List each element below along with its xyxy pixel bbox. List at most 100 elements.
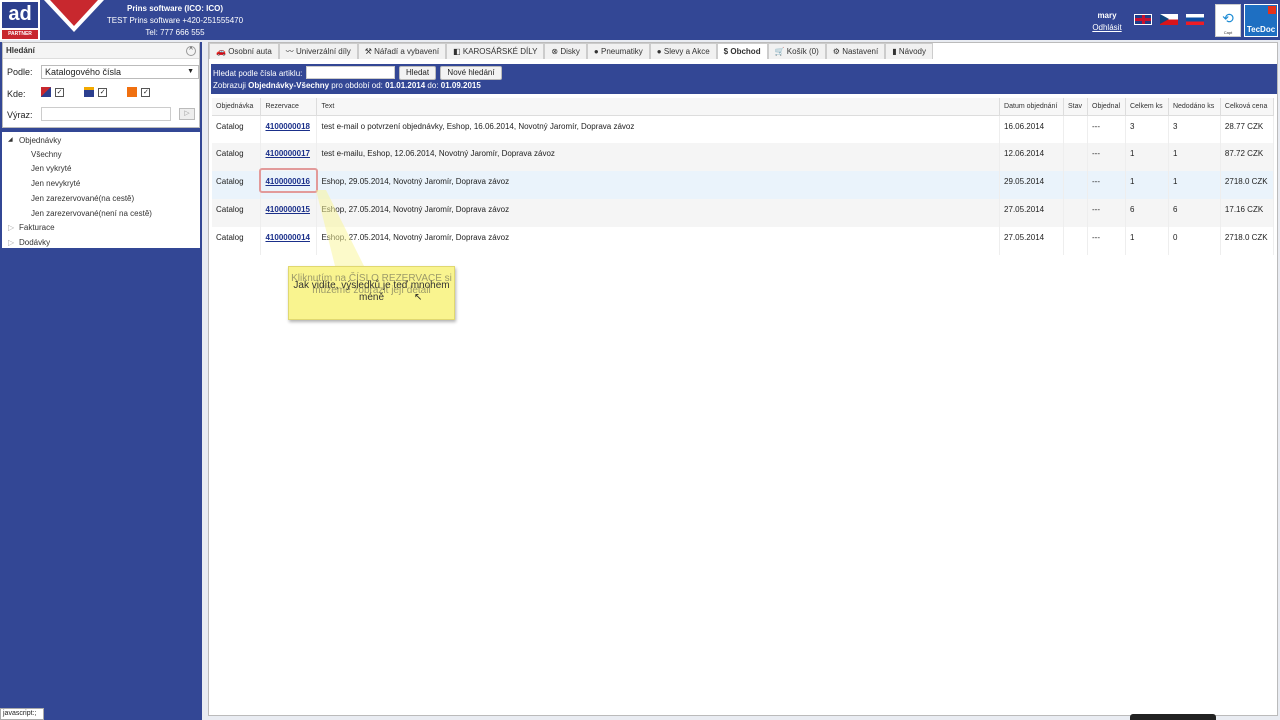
flag-sk-icon[interactable] xyxy=(1186,14,1204,25)
table-row[interactable]: Catalog 4100000014 Eshop, 27.05.2014, Novo… xyxy=(212,227,1275,255)
tab-univerzalni-dily[interactable]: 〰 Univerzální díly xyxy=(278,43,358,59)
where-label: Kde: xyxy=(7,89,26,99)
dollar-icon: $ xyxy=(723,47,729,56)
reservation-link[interactable]: 4100000014 xyxy=(265,233,310,242)
column-header[interactable]: Datum objednání xyxy=(999,98,1065,116)
table-cell: 87.72 CZK xyxy=(1220,143,1275,171)
table-cell: Eshop, 27.05.2014, Novotný Jaromír, Dopr… xyxy=(316,199,1001,227)
table-cell: 4100000018 xyxy=(260,115,318,143)
company-info: Prins software (ICO: ICO) TEST Prins soft… xyxy=(106,4,244,37)
tree-objednavky[interactable]: Objednávky xyxy=(19,136,61,145)
tree-item[interactable]: Jen zarezervované(není na cestě) xyxy=(31,209,152,218)
tab-navody[interactable]: ▮ Návody xyxy=(885,43,933,59)
table-cell: 17.16 CZK xyxy=(1220,199,1275,227)
tab-naradi[interactable]: ⚒ Nářadí a vybavení xyxy=(357,43,447,59)
search-by-select[interactable]: Katalogového čísla ▼ xyxy=(41,65,199,79)
tab-karosarske-dily[interactable]: ◧ KAROSÁŘSKÉ DÍLY xyxy=(446,43,545,59)
table-row[interactable]: Catalog 4100000017 test e-mailu, Eshop, 12… xyxy=(212,143,1275,171)
table-cell: test e-mail o potvrzení objednávky, Esho… xyxy=(316,115,1001,143)
tab-kosik[interactable]: 🛒 Košík (0) xyxy=(767,43,826,59)
table-cell: 2718.0 CZK xyxy=(1220,171,1275,199)
main-content: 🚗 Osobní auta 〰 Univerzální díly ⚒ Nářad… xyxy=(208,42,1278,716)
oe-source-icon xyxy=(127,87,138,97)
flag-uk-icon[interactable] xyxy=(1134,14,1152,25)
table-cell: 1 xyxy=(1125,227,1169,255)
tab-nastaveni[interactable]: ⚙ Nastavení xyxy=(825,43,886,59)
ad-partner-logo[interactable]: ad PARTNER xyxy=(0,0,40,40)
collapsed-triangle-icon[interactable]: ▷ xyxy=(8,223,14,232)
period-info: Zobrazuji Objednávky-Všechny pro období … xyxy=(213,81,481,90)
collapsed-triangle-icon[interactable]: ▷ xyxy=(8,238,14,247)
mouse-cursor-icon: ↖ xyxy=(414,292,423,303)
tree-dodavky[interactable]: Dodávky xyxy=(19,238,50,247)
source-checkbox-ad[interactable]: ✓ xyxy=(55,87,64,97)
header: ad PARTNER Prins software (ICO: ICO) TEST … xyxy=(0,0,1280,40)
reservation-link[interactable]: 4100000018 xyxy=(265,122,310,131)
tab-osobni-auta[interactable]: 🚗 Osobní auta xyxy=(209,43,279,59)
table-cell: test e-mailu, Eshop, 12.06.2014, Novotný… xyxy=(316,143,1001,171)
table-cell: --- xyxy=(1087,227,1126,255)
source-checkbox-catalog[interactable]: ✓ xyxy=(98,87,108,97)
table-cell: --- xyxy=(1087,199,1126,227)
logout-link[interactable]: Odhlásit xyxy=(1092,23,1121,32)
table-cell: 4100000017 xyxy=(260,143,318,171)
table-cell: Catalog xyxy=(212,143,262,171)
table-row[interactable]: Catalog 4100000015 Eshop, 27.05.2014, Novo… xyxy=(212,199,1275,227)
table-cell: Catalog xyxy=(212,199,262,227)
source-checkbox-oe[interactable]: ✓ xyxy=(141,87,151,97)
expanded-triangle-icon[interactable]: ◢ xyxy=(8,136,13,143)
column-header[interactable]: Nedodáno ks xyxy=(1168,98,1221,116)
orders-table: Objednávka Rezervace Text Datum objednání St… xyxy=(212,98,1275,255)
table-cell: 3 xyxy=(1125,115,1169,143)
tree-fakturace[interactable]: Fakturace xyxy=(19,223,55,232)
column-header[interactable]: Celkem ks xyxy=(1125,98,1169,116)
table-cell: 4100000014 xyxy=(260,227,318,255)
table-row[interactable]: Catalog 4100000016 Eshop, 29.05.2014, Novo… xyxy=(212,171,1275,199)
tecdoc-button[interactable]: TecDoc xyxy=(1244,4,1278,37)
column-header[interactable]: Text xyxy=(316,98,1001,116)
table-cell: 4100000015 xyxy=(260,199,318,227)
tab-slevy[interactable]: ● Slevy a Akce xyxy=(649,43,717,59)
column-header[interactable]: Rezervace xyxy=(260,98,318,116)
chevron-down-icon: ▼ xyxy=(187,68,194,75)
table-cell: --- xyxy=(1087,171,1126,199)
collapse-icon[interactable]: ^ xyxy=(186,46,196,56)
search-bar: Hledat podle čísla artiklu: Hledat Nové … xyxy=(211,64,1277,94)
tab-obchod[interactable]: $ Obchod xyxy=(716,43,768,59)
tree-item[interactable]: Jen nevykryté xyxy=(31,179,80,188)
table-cell: --- xyxy=(1087,143,1126,171)
table-cell: 3 xyxy=(1168,115,1221,143)
search-button[interactable]: Hledat xyxy=(399,66,436,80)
table-cell: Catalog xyxy=(212,227,262,255)
search-title: Hledání xyxy=(3,43,199,59)
flag-cz-icon[interactable] xyxy=(1160,14,1178,25)
book-icon: ▮ xyxy=(892,47,897,56)
tooltip-text-current: Jak vidíte, výsledků je teď mnohem méně xyxy=(293,280,450,303)
navigation-tree: ◢ Objednávky Všechny Jen vykryté Jen nev… xyxy=(2,132,200,248)
new-search-button[interactable]: Nové hledání xyxy=(440,66,502,80)
table-cell: Catalog xyxy=(212,115,262,143)
column-header[interactable]: Objednal xyxy=(1087,98,1126,116)
table-cell: 29.05.2014 xyxy=(999,171,1065,199)
tab-disky[interactable]: ⊗ Disky xyxy=(544,43,587,59)
table-row[interactable]: Catalog 4100000018 test e-mail o potvrzení… xyxy=(212,115,1275,143)
capt-logo-button[interactable]: ⟲ Capt xyxy=(1215,4,1241,37)
table-cell: Eshop, 27.05.2014, Novotný Jaromír, Dopr… xyxy=(316,227,1001,255)
reservation-link[interactable]: 4100000017 xyxy=(265,149,310,158)
table-cell: Eshop, 29.05.2014, Novotný Jaromír, Dopr… xyxy=(316,171,1001,199)
table-cell: 16.06.2014 xyxy=(999,115,1065,143)
tab-pneumatiky[interactable]: ● Pneumatiky xyxy=(586,43,650,59)
column-header[interactable]: Celková cena xyxy=(1220,98,1275,116)
play-search-button[interactable]: ▷ xyxy=(179,108,195,120)
table-cell xyxy=(1063,171,1088,199)
column-header[interactable]: Stav xyxy=(1063,98,1088,116)
tree-item[interactable]: Jen zarezervované(na cestě) xyxy=(31,194,134,203)
expression-input[interactable] xyxy=(41,107,171,121)
table-cell: 27.05.2014 xyxy=(999,227,1065,255)
table-cell xyxy=(1063,143,1088,171)
article-number-input[interactable] xyxy=(306,66,395,79)
reservation-link[interactable]: 4100000015 xyxy=(265,205,310,214)
tree-item[interactable]: Jen vykryté xyxy=(31,164,71,173)
column-header[interactable]: Objednávka xyxy=(212,98,262,116)
tree-item[interactable]: Všechny xyxy=(31,150,62,159)
